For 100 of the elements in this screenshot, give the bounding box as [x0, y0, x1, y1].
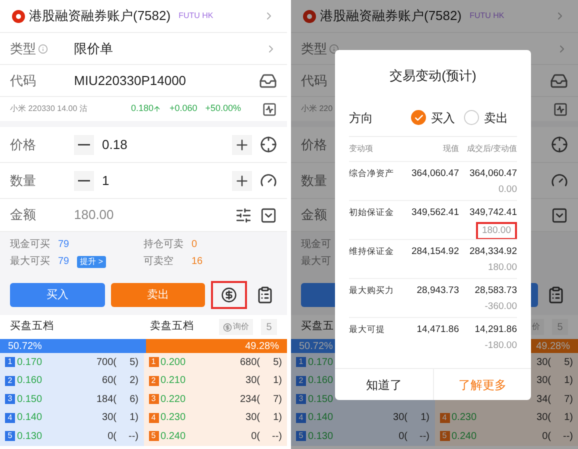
info-label: 现金可	[301, 238, 332, 252]
dropdown-icon[interactable]	[551, 206, 568, 224]
buy-share: 50.72%	[8, 340, 42, 354]
field-label: 代码	[301, 72, 327, 90]
level-orders: 1)	[272, 374, 282, 388]
column-header: 变动项	[349, 142, 374, 154]
level-orders: --)	[418, 430, 430, 444]
field-label: 代码	[10, 72, 36, 90]
after-value: 284,334.92	[469, 244, 517, 258]
item-label: 维持保证金	[349, 244, 395, 258]
depth-button[interactable]: 5	[552, 319, 568, 335]
chart-icon[interactable]	[262, 102, 277, 116]
level-orders: --)	[562, 430, 573, 444]
level-price: 0.160	[308, 374, 334, 388]
account-name: 港股融资融券账户(7582)	[320, 7, 462, 26]
current-value: 364,060.47	[410, 166, 459, 180]
level-price: 0.150	[308, 392, 334, 407]
field-label: 类型	[10, 40, 36, 58]
level-price: 0.130	[308, 430, 334, 444]
level-badge: 5	[440, 431, 450, 442]
minus-button[interactable]	[74, 134, 94, 154]
level-badge: 3	[148, 394, 158, 404]
stepper-value[interactable]: 0.18	[102, 134, 128, 154]
column-header: 成交后/变动值	[466, 142, 517, 154]
level-volume: 30(	[536, 411, 551, 426]
level-volume: 0(	[108, 430, 116, 444]
direction-radio[interactable]: 卖出	[464, 108, 508, 126]
fee-button[interactable]	[211, 281, 247, 309]
check-icon	[414, 112, 424, 122]
got-it-button[interactable]: 知道了	[335, 369, 432, 400]
level-orders: 1)	[272, 411, 282, 426]
plus-button[interactable]	[232, 170, 252, 190]
bid-title: 买盘五	[301, 319, 334, 334]
column-header: 现值	[442, 142, 459, 154]
item-label: 最大购买力	[349, 284, 395, 296]
level-price: 0.150	[17, 392, 42, 407]
sell-share: 49.28%	[536, 340, 571, 354]
up-arrow-icon	[153, 105, 162, 113]
level-orders: 5)	[272, 356, 282, 370]
current-value: 349,562.41	[410, 206, 459, 220]
buy-button[interactable]: 买入	[10, 283, 104, 307]
quote-request-button[interactable]: 询价	[219, 319, 253, 335]
level-volume: 680(	[240, 356, 260, 370]
code-value: MIU220330P14000	[74, 72, 186, 90]
quote-name: 小米 220330 14.00 沽	[10, 103, 88, 115]
level-volume: 234(	[240, 392, 260, 407]
level-price: 0.200	[160, 356, 186, 370]
item-label: 初始保证金	[349, 206, 395, 218]
sell-button[interactable]: 卖出	[110, 283, 205, 307]
info-label: 现金可买	[10, 238, 50, 252]
current-value: 28,943.73	[416, 284, 459, 298]
info-label: 持仓可卖	[144, 238, 184, 252]
level-badge: 4	[296, 412, 306, 423]
level-orders: --)	[271, 430, 282, 444]
direction-label: 方向	[349, 110, 374, 126]
gauge-icon[interactable]	[551, 172, 568, 189]
minus-icon	[78, 180, 90, 182]
info-label: 可卖空	[144, 254, 174, 269]
field-label: 类型	[301, 40, 327, 58]
level-volume: 30(	[246, 411, 260, 426]
dollar-icon	[223, 322, 232, 332]
info-icon	[38, 44, 48, 54]
target-icon[interactable]	[260, 136, 277, 153]
level-badge: 1	[148, 357, 158, 368]
target-icon[interactable]	[551, 136, 568, 153]
level-badge: 5	[5, 431, 15, 442]
direction-radio[interactable]: 买入	[411, 108, 455, 126]
level-volume: 30(	[393, 411, 408, 426]
chart-icon[interactable]	[553, 102, 568, 116]
bid-title: 买盘五档	[10, 319, 54, 334]
after-value: 28,583.73	[474, 284, 517, 298]
buy-share: 50.72%	[299, 340, 333, 354]
plus-button[interactable]	[232, 134, 252, 154]
level-badge: 2	[148, 376, 158, 386]
current-value: 14,471.86	[416, 322, 459, 336]
stepper-value[interactable]: 1	[102, 170, 110, 190]
depth-button[interactable]: 5	[261, 319, 277, 335]
level-price: 0.230	[452, 411, 477, 426]
level-volume: 30(	[536, 374, 551, 388]
level-orders: 6)	[128, 392, 138, 407]
upgrade-badge[interactable]: 提升 >	[77, 256, 106, 268]
level-price: 0.220	[160, 392, 186, 407]
after-value: 14,291.86	[474, 322, 517, 336]
dropdown-icon[interactable]	[260, 206, 277, 224]
gauge-icon[interactable]	[260, 172, 277, 189]
info-value: 79	[58, 255, 70, 269]
sliders-icon[interactable]	[235, 206, 252, 224]
minus-icon	[78, 144, 90, 146]
field-label: 数量	[10, 172, 36, 190]
quote-price: 0.180	[130, 102, 154, 116]
change-value: 180.00	[476, 222, 517, 240]
level-orders: --)	[128, 430, 138, 444]
level-volume: 0(	[398, 430, 408, 444]
learn-more-button[interactable]: 了解更多	[432, 369, 531, 400]
info-icon	[329, 44, 339, 54]
clipboard-icon[interactable]	[256, 286, 274, 304]
minus-button[interactable]	[74, 170, 94, 190]
field-label: 数量	[301, 172, 327, 190]
clipboard-icon[interactable]	[547, 286, 565, 304]
level-orders: 1)	[563, 374, 573, 388]
